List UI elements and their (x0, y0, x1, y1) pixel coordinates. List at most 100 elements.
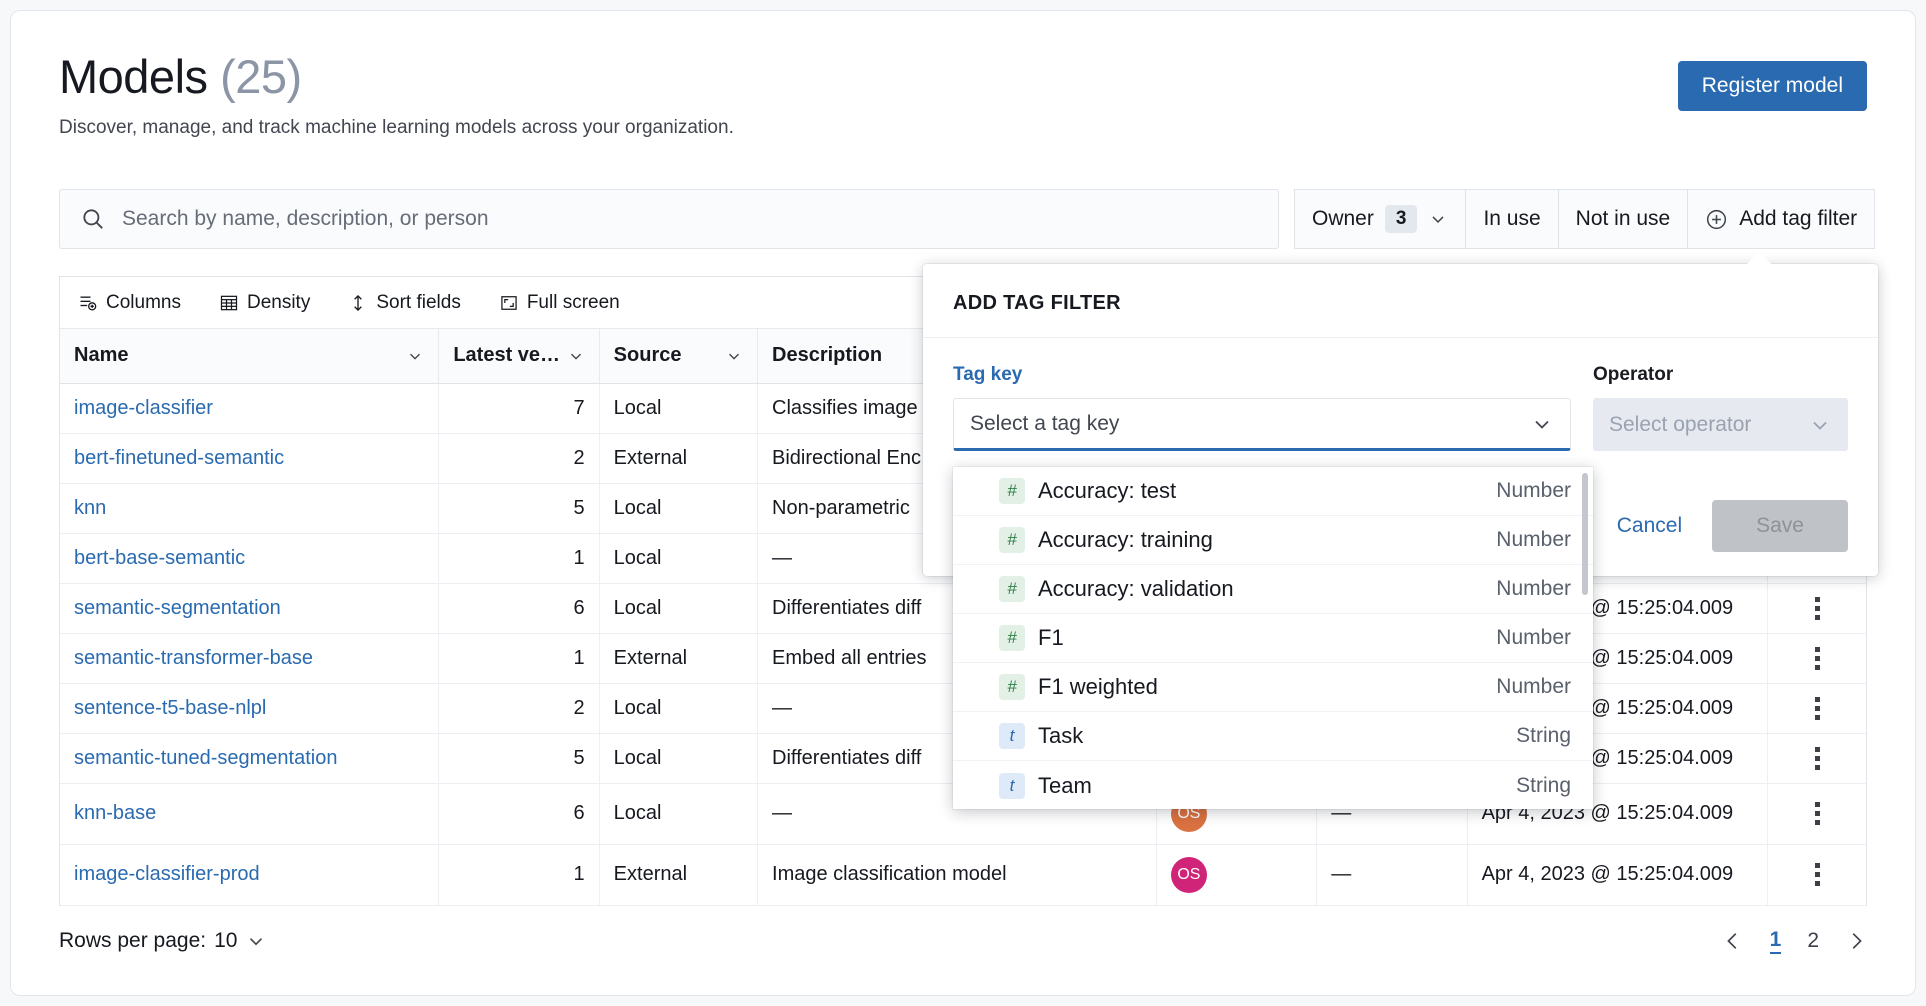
cell-actions[interactable] (1767, 783, 1866, 845)
tag-key-select[interactable]: Select a tag key (953, 398, 1571, 451)
cell-source: External (599, 433, 759, 484)
filter-owner-label: Owner (1312, 207, 1374, 230)
page-1-button[interactable]: 1 (1769, 928, 1782, 954)
model-link[interactable]: knn-base (74, 802, 156, 824)
model-link[interactable]: image-classifier-prod (74, 863, 260, 885)
model-link[interactable]: semantic-tuned-segmentation (74, 747, 337, 769)
cell-name[interactable]: semantic-segmentation (60, 583, 440, 634)
model-link[interactable]: image-classifier (74, 397, 213, 419)
cell-source: Local (599, 533, 759, 584)
pagination: 1 2 (1722, 928, 1867, 954)
model-link[interactable]: semantic-transformer-base (74, 647, 313, 669)
row-menu-icon[interactable] (1782, 646, 1852, 670)
toolbar-columns[interactable]: Columns (78, 292, 181, 314)
chevron-down-icon (406, 347, 424, 365)
tag-type-str-icon: t (999, 723, 1025, 749)
toolbar-sort-fields[interactable]: Sort fields (348, 291, 461, 314)
add-tag-filter-button[interactable]: Add tag filter (1688, 189, 1876, 249)
cell-name[interactable]: semantic-transformer-base (60, 633, 440, 684)
model-link[interactable]: sentence-t5-base-nlpl (74, 697, 266, 719)
dropdown-item-type: String (1516, 773, 1571, 797)
filter-not-in-use[interactable]: Not in use (1558, 189, 1689, 249)
chevron-down-icon (1808, 413, 1832, 437)
col-name[interactable]: Name (60, 329, 440, 384)
col-source[interactable]: Source (599, 329, 759, 384)
dropdown-item[interactable]: t Task String (953, 712, 1593, 761)
cell-name[interactable]: semantic-tuned-segmentation (60, 733, 440, 784)
rows-per-page-selector[interactable]: Rows per page: 10 (59, 929, 267, 953)
cancel-button[interactable]: Cancel (1617, 514, 1682, 538)
cell-version: 2 (438, 683, 600, 734)
columns-icon (78, 293, 98, 313)
cell-actions[interactable] (1767, 583, 1866, 634)
cell-source: External (599, 633, 759, 684)
cell-source: Local (599, 733, 759, 784)
cell-name[interactable]: bert-base-semantic (60, 533, 440, 584)
popover-actions: Cancel Save (1617, 500, 1848, 552)
toolbar-full-screen[interactable]: Full screen (499, 292, 620, 314)
chevron-down-icon (567, 347, 585, 365)
cell-name[interactable]: bert-finetuned-semantic (60, 433, 440, 484)
dropdown-item-type: Number (1496, 675, 1571, 698)
dropdown-item[interactable]: # Accuracy: training Number (953, 516, 1593, 565)
row-menu-icon[interactable] (1782, 802, 1852, 825)
popover-title: ADD TAG FILTER (923, 264, 1878, 338)
row-menu-icon[interactable] (1782, 863, 1852, 886)
filter-group: Owner 3 In use Not in use Add tag filter (1294, 189, 1876, 249)
search-placeholder: Search by name, description, or person (122, 207, 489, 230)
row-menu-icon[interactable] (1782, 696, 1852, 720)
cell-source: Local (599, 583, 759, 634)
cell-actions[interactable] (1767, 633, 1866, 684)
cell-actions[interactable] (1767, 733, 1866, 784)
dropdown-item[interactable]: # F1 weighted Number (953, 663, 1593, 712)
col-latest-version[interactable]: Latest ve… (438, 329, 600, 384)
filter-in-use[interactable]: In use (1466, 189, 1559, 249)
row-menu-icon[interactable] (1782, 596, 1852, 620)
col-source-label: Source (613, 344, 682, 367)
cell-actions[interactable] (1767, 683, 1866, 734)
cell-name[interactable]: knn-base (60, 783, 440, 845)
cell-source: Local (599, 683, 759, 734)
save-button: Save (1712, 500, 1848, 552)
dropdown-item-type: Number (1496, 577, 1571, 600)
cell-actions[interactable] (1767, 844, 1866, 906)
dropdown-item[interactable]: t Team String (953, 761, 1593, 809)
chevron-down-icon (245, 930, 267, 952)
operator-select[interactable]: Select operator (1593, 398, 1848, 451)
dropdown-item[interactable]: # Accuracy: validation Number (953, 565, 1593, 614)
dropdown-item-label: Team (1038, 772, 1092, 798)
dropdown-item-label: F1 weighted (1038, 674, 1158, 699)
model-link[interactable]: bert-finetuned-semantic (74, 447, 284, 469)
cell-version: 6 (438, 583, 600, 634)
prev-page-button[interactable] (1722, 930, 1744, 952)
dropdown-item[interactable]: # Accuracy: test Number (953, 467, 1593, 516)
dropdown-item[interactable]: # F1 Number (953, 614, 1593, 663)
page-header: Models (25) Discover, manage, and track … (59, 53, 734, 139)
tag-key-dropdown: # Accuracy: test Number # Accuracy: training… (953, 467, 1593, 809)
cell-name[interactable]: sentence-t5-base-nlpl (60, 683, 440, 734)
cell-name[interactable]: knn (60, 483, 440, 534)
dropdown-scrollbar[interactable] (1582, 473, 1588, 595)
toolbar-sort-fields-label: Sort fields (376, 291, 461, 313)
model-link[interactable]: semantic-segmentation (74, 597, 281, 619)
register-model-button[interactable]: Register model (1677, 61, 1867, 111)
cell-version: 1 (438, 844, 600, 906)
app-page: Models (25) Discover, manage, and track … (10, 10, 1916, 996)
page-2-button[interactable]: 2 (1807, 929, 1819, 953)
dropdown-item-label: Accuracy: validation (1038, 576, 1234, 601)
search-input[interactable]: Search by name, description, or person (59, 189, 1279, 249)
model-link[interactable]: bert-base-semantic (74, 547, 245, 569)
next-page-button[interactable] (1845, 930, 1867, 952)
table-row[interactable]: image-classifier-prod 1 External Image clas… (60, 844, 1866, 906)
models-count: (25) (220, 50, 302, 103)
model-link[interactable]: knn (74, 497, 106, 519)
toolbar-density[interactable]: Density (219, 292, 310, 314)
cell-source: Local (599, 783, 759, 845)
cell-name[interactable]: image-classifier-prod (60, 844, 440, 906)
cell-name[interactable]: image-classifier (60, 383, 440, 434)
filter-owner[interactable]: Owner 3 (1294, 189, 1467, 249)
row-menu-icon[interactable] (1782, 746, 1852, 770)
page-title-text: Models (59, 50, 208, 103)
popover-arrow (1746, 251, 1772, 265)
dropdown-item-type: String (1516, 724, 1571, 747)
